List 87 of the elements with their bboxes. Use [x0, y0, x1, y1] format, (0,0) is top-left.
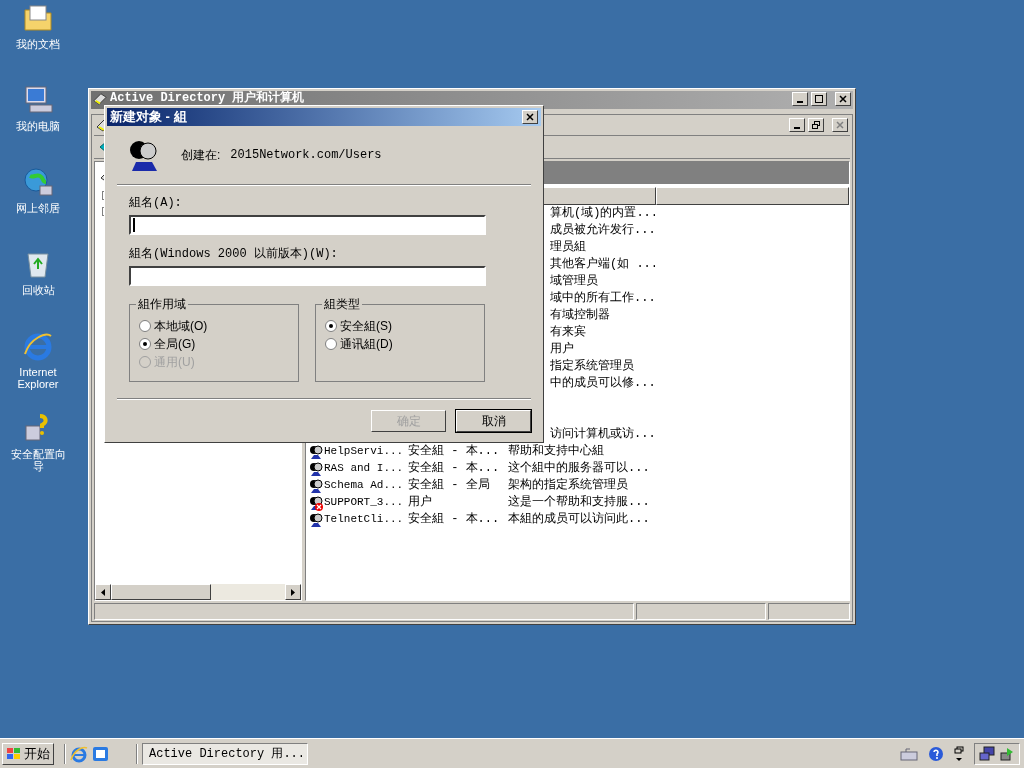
column-header[interactable]: [656, 187, 849, 205]
network-computers-icon[interactable]: [979, 745, 995, 762]
table-cell: 帮助和支持中心組: [508, 443, 604, 460]
group-icon: [308, 477, 324, 494]
desktop-shortcut-icon[interactable]: [92, 744, 110, 763]
windows-logo-icon: [6, 746, 22, 761]
minimize-button[interactable]: [792, 92, 808, 106]
ie-icon[interactable]: [70, 744, 88, 763]
radio-button[interactable]: [139, 320, 151, 332]
radio-label: 通讯組(D): [340, 336, 393, 353]
table-cell: 用户: [550, 341, 574, 358]
table-cell: 这是一个帮助和支持服...: [508, 494, 650, 511]
radio-label: 全局(G): [154, 336, 196, 353]
table-cell: 这个組中的服务器可以...: [508, 460, 650, 477]
radio-label: 安全組(S): [340, 318, 392, 335]
table-cell[interactable]: SUPPORT_3...: [324, 494, 408, 511]
table-cell: 域管理员: [550, 273, 598, 290]
minimize-button[interactable]: [789, 118, 805, 132]
left-arrow-icon[interactable]: [101, 588, 105, 596]
close-icon: [839, 95, 847, 103]
desktop-icon-label[interactable]: Internet Explorer: [6, 366, 70, 390]
table-cell: 中的成员可以修...: [550, 375, 656, 392]
group-box-title: 組类型: [322, 297, 362, 311]
table-cell: 有来宾: [550, 324, 586, 341]
network-icon[interactable]: [22, 166, 54, 198]
group-box-title: 組作用域: [136, 297, 188, 311]
restore-icon: [812, 121, 820, 129]
taskbar-task[interactable]: Active Directory 用...: [142, 742, 308, 765]
table-cell: 其他客户端(如 ...: [550, 256, 658, 273]
desktop-icon-label[interactable]: 回收站: [6, 284, 70, 296]
snap-in-icon: [93, 92, 107, 106]
table-cell: 理员組: [550, 239, 586, 256]
table-cell-text: 用户: [408, 494, 433, 511]
table-cell: 本組的成员可以访问此...: [508, 511, 650, 528]
close-button[interactable]: [832, 118, 848, 132]
field-label: 組名(Windows 2000 以前版本)(W):: [129, 246, 339, 263]
created-in-label: 创建在:: [181, 147, 221, 164]
keyboard-icon[interactable]: [900, 746, 918, 761]
dialog-title: 新建对象 - 組: [110, 108, 187, 127]
created-in-path: 2015Network.com/Users: [230, 147, 382, 164]
start-button[interactable]: 开始: [2, 742, 54, 765]
table-cell-text: 安全組 - 本...: [408, 460, 501, 477]
radio-button[interactable]: [325, 338, 337, 350]
connection-icon[interactable]: [999, 745, 1015, 762]
disabled-user-icon: [308, 494, 324, 511]
computer-icon[interactable]: [22, 84, 54, 116]
input-field[interactable]: [129, 215, 486, 235]
table-cell: 指定系统管理员: [550, 358, 634, 375]
folder-icon[interactable]: [22, 2, 54, 34]
window-title: Active Directory 用户和计算机: [110, 92, 305, 105]
table-cell-text: 安全組 - 本...: [408, 511, 501, 528]
input-field[interactable]: [129, 266, 486, 286]
desktop-icon-label[interactable]: 安全配置向导: [6, 448, 70, 472]
table-cell: 架构的指定系统管理员: [508, 477, 628, 494]
dialog-button[interactable]: 取消: [456, 410, 531, 432]
group-icon: [308, 443, 324, 460]
help-icon[interactable]: [928, 745, 944, 762]
table-cell[interactable]: RAS and I...: [324, 460, 408, 477]
maximize-icon: [815, 95, 823, 103]
radio-button[interactable]: [325, 320, 337, 332]
close-icon: [836, 121, 844, 129]
horizontal-scrollbar[interactable]: [95, 584, 301, 600]
desktop-icon-label[interactable]: 我的电脑: [6, 120, 70, 132]
desktop-icon-label[interactable]: 网上邻居: [6, 202, 70, 214]
close-button[interactable]: [835, 92, 851, 106]
group-icon: [308, 460, 324, 477]
radio-label: 本地域(O): [154, 318, 208, 335]
close-button[interactable]: [522, 110, 538, 124]
table-cell[interactable]: TelnetCli...: [324, 511, 408, 528]
table-cell: 域中的所有工作...: [550, 290, 656, 307]
field-label: 組名(A):: [129, 195, 183, 212]
radio-button[interactable]: [139, 338, 151, 350]
close-icon: [526, 113, 534, 121]
table-cell: 访问计算机或访...: [550, 426, 656, 443]
table-cell[interactable]: Schema Ad...: [324, 477, 408, 494]
table-cell: 算机(域)的内置...: [550, 205, 658, 222]
desktop-icon-label[interactable]: 我的文档: [6, 38, 70, 50]
group-icon: [308, 511, 324, 528]
restore-button[interactable]: [808, 118, 824, 132]
maximize-button[interactable]: [811, 92, 827, 106]
restore-windows-icon[interactable]: [954, 745, 964, 762]
table-cell[interactable]: HelpServi...: [324, 443, 408, 460]
table-cell-text: 安全組 - 全局: [408, 477, 491, 494]
table-cell: 成员被允许发行...: [550, 222, 656, 239]
right-arrow-icon[interactable]: [291, 588, 295, 596]
table-cell: 有域控制器: [550, 307, 610, 324]
table-cell-text: 安全組 - 本...: [408, 443, 501, 460]
